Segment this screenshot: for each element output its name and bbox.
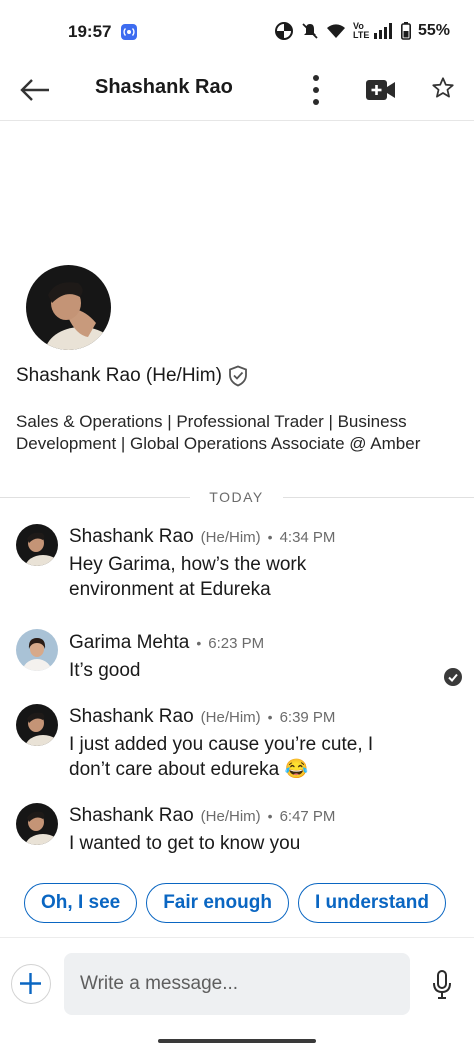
sender-avatar[interactable] xyxy=(16,803,58,845)
separator-dot: • xyxy=(267,808,273,824)
star-icon[interactable] xyxy=(430,75,456,101)
status-icons: Vo LTE 55% xyxy=(274,21,450,41)
sender-name[interactable]: Garima Mehta xyxy=(69,632,189,654)
divider-line xyxy=(283,497,474,498)
message-header: Garima Mehta • 6:23 PM xyxy=(69,632,264,654)
sender-name[interactable]: Shashank Rao xyxy=(69,526,194,548)
data-saver-icon xyxy=(275,22,293,40)
verified-shield-icon xyxy=(229,365,247,387)
quick-reply-chip[interactable]: I understand xyxy=(297,883,446,923)
divider-line xyxy=(0,497,190,498)
quick-reply-chip[interactable]: Fair enough xyxy=(146,883,289,923)
sender-avatar[interactable] xyxy=(16,629,58,671)
separator-dot: • xyxy=(267,709,273,725)
message-text: It’s good xyxy=(69,660,141,681)
quick-reply-chip[interactable]: Oh, I see xyxy=(24,883,138,923)
profile-avatar[interactable] xyxy=(26,265,111,350)
back-arrow-icon[interactable] xyxy=(18,75,52,105)
message-text: Hey Garima, how’s the work environment a… xyxy=(69,554,307,600)
quick-replies: Oh, I see Fair enough I understand xyxy=(24,883,446,923)
message-time: 4:34 PM xyxy=(279,529,336,546)
profile-name[interactable]: Shashank Rao (He/Him) xyxy=(16,365,222,387)
day-divider-label: TODAY xyxy=(209,489,264,505)
message-time: 6:39 PM xyxy=(279,709,336,726)
conversation-header: Shashank Rao xyxy=(0,62,474,121)
sender-pronouns: (He/Him) xyxy=(200,808,261,825)
profile-headline: Sales & Operations | Professional Trader… xyxy=(16,412,421,453)
sender-name[interactable]: Shashank Rao xyxy=(69,805,194,827)
home-indicator[interactable] xyxy=(158,1039,316,1043)
sender-avatar[interactable] xyxy=(16,704,58,746)
video-add-icon[interactable] xyxy=(366,78,396,102)
volte-label: Vo LTE xyxy=(353,21,370,40)
message-header: Shashank Rao (He/Him) • 4:34 PM xyxy=(69,526,335,548)
plus-icon[interactable] xyxy=(11,964,51,1004)
mute-icon xyxy=(302,23,318,39)
sender-pronouns: (He/Him) xyxy=(200,709,261,726)
sender-avatar[interactable] xyxy=(16,524,58,566)
message-time: 6:47 PM xyxy=(279,808,336,825)
sender-pronouns: (He/Him) xyxy=(200,529,261,546)
separator-dot: • xyxy=(196,635,202,651)
microphone-icon[interactable] xyxy=(432,970,452,1000)
message-time: 6:23 PM xyxy=(208,635,265,652)
message-header: Shashank Rao (He/Him) • 6:47 PM xyxy=(69,805,335,827)
message-text: I wanted to get to know you xyxy=(69,833,301,854)
message-input-placeholder: Write a message... xyxy=(80,973,239,994)
message-header: Shashank Rao (He/Him) • 6:39 PM xyxy=(69,706,335,728)
hotspot-icon xyxy=(121,24,137,40)
message-input[interactable]: Write a message... xyxy=(64,953,410,1015)
battery-level: 55% xyxy=(418,22,451,39)
message-text: I just added you cause you’re cute, I do… xyxy=(69,734,374,780)
wifi-icon xyxy=(327,24,345,38)
separator-dot: • xyxy=(267,529,273,545)
status-bar: 19:57 Vo LTE 55% xyxy=(0,0,474,62)
read-check-icon xyxy=(444,668,462,686)
composer-divider xyxy=(0,937,474,938)
profile-name-row: Shashank Rao (He/Him) xyxy=(16,365,248,387)
more-vertical-icon[interactable] xyxy=(310,72,322,108)
header-title[interactable]: Shashank Rao xyxy=(95,76,233,99)
signal-icon xyxy=(374,23,392,39)
sender-name[interactable]: Shashank Rao xyxy=(69,706,194,728)
status-time: 19:57 xyxy=(68,22,112,41)
battery-icon xyxy=(401,22,411,40)
